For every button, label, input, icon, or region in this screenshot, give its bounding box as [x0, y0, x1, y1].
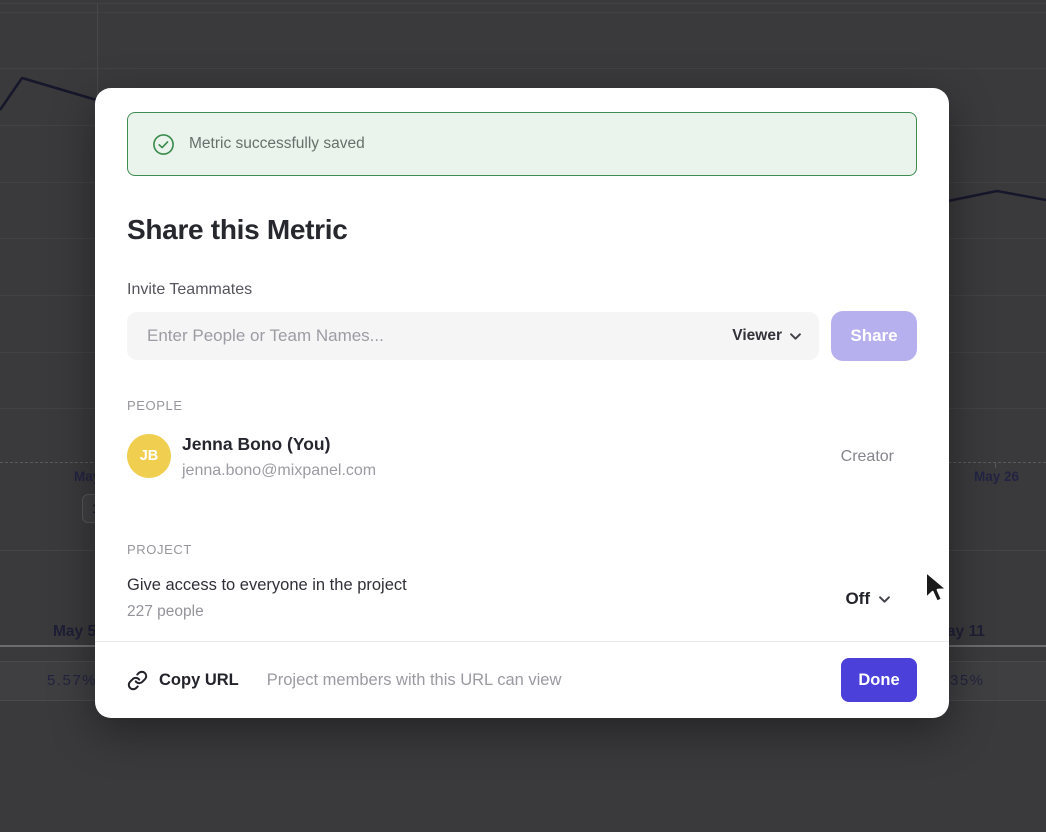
chevron-down-icon: [879, 596, 890, 603]
axis-tick: [995, 462, 996, 468]
table-column-header: May 5: [53, 623, 96, 641]
share-metric-modal: Metric successfully saved Share this Met…: [95, 88, 949, 718]
modal-title: Share this Metric: [127, 214, 348, 246]
invite-input-container: Viewer: [127, 312, 819, 360]
person-role: Creator: [841, 448, 894, 466]
person-email: jenna.bono@mixpanel.com: [182, 462, 376, 480]
role-dropdown-value: Viewer: [732, 327, 782, 345]
invite-people-input[interactable]: [145, 325, 732, 347]
copy-url-button[interactable]: Copy URL: [159, 671, 239, 690]
invite-teammates-label: Invite Teammates: [127, 281, 252, 299]
project-access-value: Off: [845, 589, 870, 609]
person-name: Jenna Bono (You): [182, 434, 330, 455]
project-people-count: 227 people: [127, 603, 204, 621]
axis-label: May 26: [974, 469, 1019, 484]
project-access-dropdown[interactable]: Off: [845, 589, 890, 609]
table-cell-value: 35%: [950, 672, 985, 689]
avatar: JB: [127, 434, 171, 478]
success-message: Metric successfully saved: [189, 135, 365, 153]
table-cell-value: 5.57%: [47, 672, 97, 689]
share-button[interactable]: Share: [831, 311, 917, 361]
link-icon: [127, 670, 148, 691]
chevron-down-icon: [790, 333, 801, 340]
project-section-label: PROJECT: [127, 542, 192, 557]
check-circle-icon: [152, 133, 175, 156]
url-permission-hint: Project members with this URL can view: [267, 671, 562, 690]
success-banner: Metric successfully saved: [127, 112, 917, 176]
people-section-label: PEOPLE: [127, 398, 183, 413]
screen: May 5 May 26 1 May 5 May 11 5.57% 35% Me…: [0, 0, 1046, 832]
modal-footer: Copy URL Project members with this URL c…: [95, 641, 949, 718]
project-access-title: Give access to everyone in the project: [127, 576, 407, 595]
mouse-cursor: [922, 570, 952, 608]
role-dropdown[interactable]: Viewer: [732, 327, 801, 345]
done-button[interactable]: Done: [841, 658, 917, 702]
